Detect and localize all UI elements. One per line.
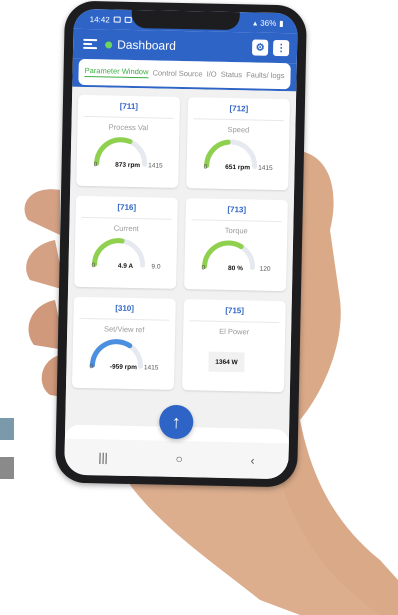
gauge-card[interactable]: [711] Process Val 0 873 rpm 1415	[76, 94, 181, 188]
gauge-value: 4.9 A	[117, 262, 134, 271]
battery-icon: ▮	[279, 18, 284, 28]
gauge-value: 651 rpm	[225, 163, 251, 172]
battery-percent: 36%	[260, 18, 277, 28]
camera-notch	[131, 9, 240, 31]
gauge-card[interactable]: [712] Speed 0 651 rpm 1415	[186, 97, 291, 191]
parameter-id: [712]	[229, 103, 249, 114]
recents-button[interactable]: |||	[98, 450, 108, 464]
image-notification-icon	[113, 16, 121, 23]
gauge-max: 1415	[148, 162, 163, 170]
parameter-label: Current	[113, 223, 139, 234]
android-nav-bar: ||| ○ ‹	[64, 438, 289, 480]
stage: 14:42 ▴ 36% ▮ Dashboard ⚙ ⋮ Parameter Wi…	[0, 0, 398, 615]
gauge-grid: [711] Process Val 0 873 rpm 1415 [712] S…	[71, 94, 291, 393]
tab-io[interactable]: I/O	[207, 70, 217, 79]
divider	[79, 317, 170, 321]
divider	[81, 216, 172, 220]
gauge-max: 120	[259, 265, 271, 273]
divider	[191, 219, 282, 223]
gauge-card[interactable]: [716] Current 0 4.9 A 9.0	[74, 195, 178, 289]
more-vertical-icon[interactable]: ⋮	[272, 39, 290, 57]
phone-screen: 14:42 ▴ 36% ▮ Dashboard ⚙ ⋮ Parameter Wi…	[64, 8, 298, 480]
gauge-fill	[204, 139, 231, 169]
power-value: 1364 W	[208, 351, 245, 373]
phone-frame: 14:42 ▴ 36% ▮ Dashboard ⚙ ⋮ Parameter Wi…	[54, 0, 308, 488]
parameter-label: El Power	[219, 326, 250, 337]
gauge-card[interactable]: [713] Torque 0 80 % 120	[184, 198, 288, 292]
gauge-value: 80 %	[228, 264, 243, 273]
parameter-id: [711]	[119, 101, 139, 112]
gauge-card[interactable]: [310] Set/View ref 0 -959 rpm 1415	[71, 296, 176, 390]
divider	[189, 320, 280, 324]
app-bar: Dashboard ⚙ ⋮	[72, 28, 298, 64]
parameter-label: Speed	[227, 124, 250, 135]
gauge-fill	[202, 240, 244, 269]
gauge-max: 1415	[143, 364, 159, 372]
tab-bar: Parameter Window Control Source I/O Stat…	[78, 58, 291, 90]
tab-control-source[interactable]: Control Source	[152, 68, 202, 78]
menu-icon[interactable]	[83, 38, 98, 50]
home-button[interactable]: ○	[175, 452, 183, 466]
signal-icon: ▴	[253, 17, 258, 28]
parameter-label: Process Val	[108, 122, 149, 133]
gauge-value: -959 rpm	[109, 363, 138, 372]
parameter-id: [716]	[117, 202, 137, 213]
message-notification-icon	[124, 16, 132, 23]
page-title: Dashboard	[117, 37, 177, 53]
tab-parameter-window[interactable]: Parameter Window	[84, 66, 149, 79]
parameter-label: Torque	[224, 225, 248, 236]
tab-faults-logs[interactable]: Faults/ logs	[246, 70, 285, 80]
gauge-value: 873 rpm	[115, 161, 141, 170]
connection-status-dot	[105, 40, 113, 49]
tab-status[interactable]: Status	[221, 70, 242, 79]
divider	[193, 118, 284, 122]
gauge-fill	[89, 339, 133, 368]
gauge-max: 1415	[258, 164, 273, 172]
parameter-id: [715]	[225, 305, 245, 316]
parameter-label: Set/View ref	[103, 324, 145, 335]
power-card[interactable]: [715] El Power 1364 W	[181, 299, 286, 393]
settings-icon[interactable]: ⚙	[251, 39, 269, 56]
parameter-id: [310]	[115, 303, 135, 314]
gauge-fill	[94, 137, 133, 166]
parameter-id: [713]	[227, 204, 247, 215]
divider	[83, 115, 174, 119]
dashboard-content: [711] Process Val 0 873 rpm 1415 [712] S…	[64, 86, 297, 464]
gauge-max: 9.0	[151, 263, 161, 271]
back-button[interactable]: ‹	[250, 454, 254, 468]
status-time: 14:42	[89, 14, 110, 24]
gauge-fill	[92, 238, 125, 267]
